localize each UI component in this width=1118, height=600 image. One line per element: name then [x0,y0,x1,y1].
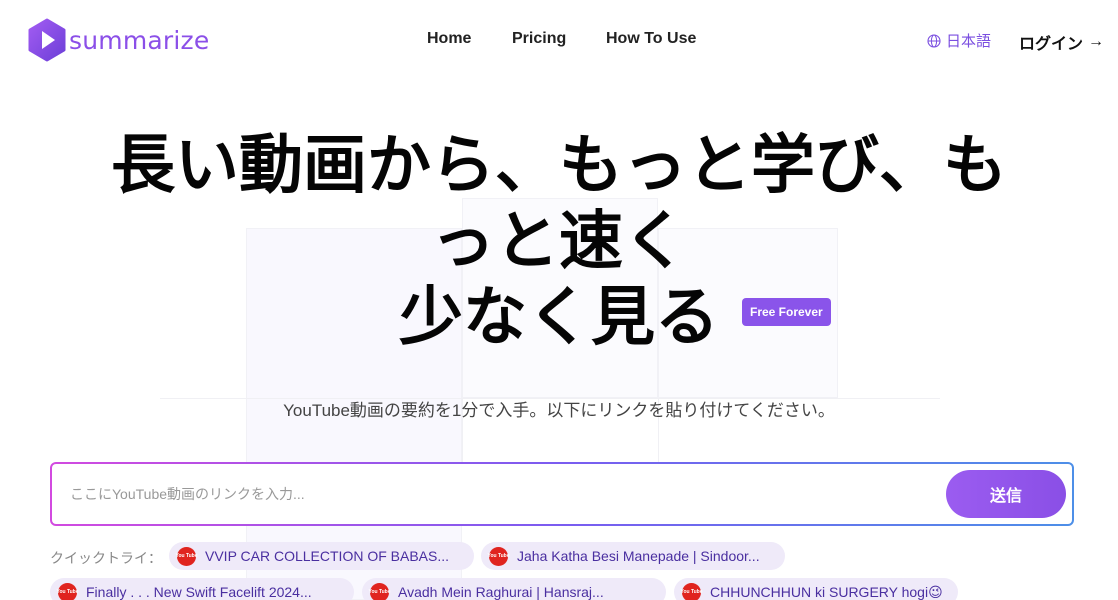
quick-try-chip[interactable]: You Tube Avadh Mein Raghurai | Hansraj..… [362,578,666,600]
chip-label: VVIP CAR COLLECTION OF BABAS... [205,548,450,564]
language-label: 日本語 [946,33,992,50]
login-link[interactable]: ログイン → [1019,30,1104,54]
quick-try-chip[interactable]: You Tube Jaha Katha Besi Manepade | Sind… [481,542,785,570]
chip-label: CHHUNCHHUN ki SURGERY hogi😉 [710,583,943,600]
quick-try-label: クイックトライ： [50,550,162,566]
url-search-box: 送信 [50,462,1074,526]
youtube-icon: You Tube [368,582,391,600]
quick-try-chip[interactable]: You Tube Finally . . . New Swift Facelif… [50,578,354,600]
nav-pricing-link[interactable]: Pricing [512,30,566,48]
youtube-icon: You Tube [680,582,703,600]
chip-label: Avadh Mein Raghurai | Hansraj... [398,584,604,600]
youtube-icon: You Tube [56,582,79,600]
hero-subtitle: YouTube動画の要約を1分で入手。以下にリンクを貼り付けてください。 [283,401,835,420]
youtube-icon: You Tube [487,546,510,566]
hero-title-line-2: っと速く [431,205,687,279]
youtube-url-input[interactable] [70,464,930,524]
youtube-icon: You Tube [175,546,198,566]
chip-label: Jaha Katha Besi Manepade | Sindoor... [517,548,760,564]
arrow-right-icon: → [1088,33,1105,50]
hero-title-line-3: 少なく見る [399,281,719,355]
globe-icon [927,33,941,48]
logo-wordmark: summarize [69,25,210,55]
url-search-inner: 送信 [52,464,1072,524]
free-forever-badge: Free Forever [742,298,831,326]
submit-button[interactable]: 送信 [946,470,1066,518]
quick-try-chip[interactable]: You Tube VVIP CAR COLLECTION OF BABAS... [169,542,474,570]
language-selector[interactable]: 日本語 [927,30,991,51]
chip-label: Finally . . . New Swift Facelift 2024... [86,584,312,600]
login-label: ログイン [1019,36,1084,53]
quick-try-chip[interactable]: You Tube CHHUNCHHUN ki SURGERY hogi😉 [674,578,958,600]
hero-title-line-1: 長い動画から、もっと学び、も [111,129,1007,203]
nav-how-to-use-link[interactable]: How To Use [606,30,696,48]
logo-play-icon [28,18,66,62]
top-navbar: summarize Home Pricing How To Use 日本語 ログ… [0,0,1118,80]
hero-title: 長い動画から、もっと学び、も っと速く 少なく見る [40,128,1078,356]
brand-logo[interactable]: summarize [27,18,209,62]
nav-home-link[interactable]: Home [427,30,471,48]
